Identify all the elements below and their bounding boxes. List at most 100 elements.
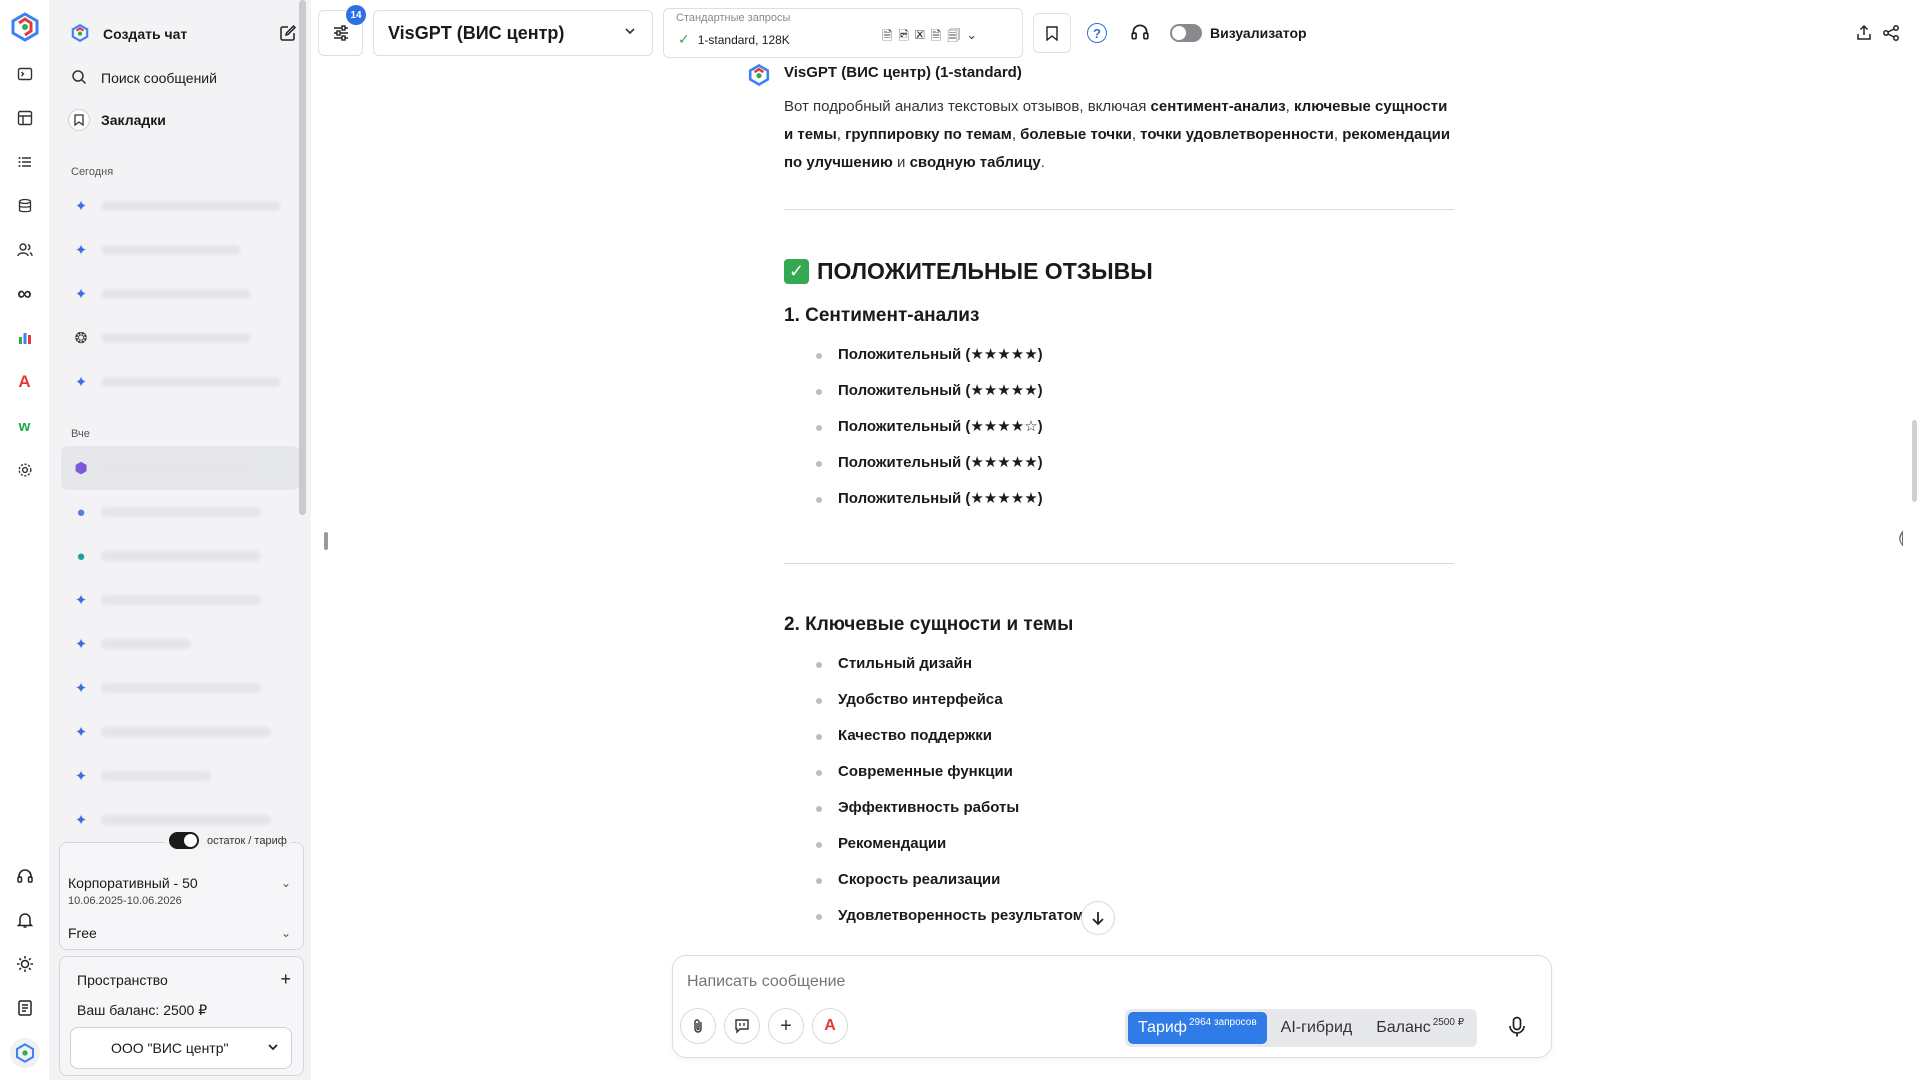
chat-history-item[interactable]: ✦ [49, 578, 311, 622]
mode-ai-hybrid[interactable]: AI-гибрид [1271, 1012, 1363, 1044]
theme-item: Удобство интерфейса [814, 682, 1454, 718]
edit-icon[interactable] [279, 24, 297, 45]
users-icon[interactable] [11, 236, 39, 264]
search-messages-button[interactable]: Поиск сообщений [49, 60, 311, 96]
chat-history-item[interactable]: ✦ [49, 754, 311, 798]
chat-history-item[interactable]: ✦ [49, 360, 311, 404]
theme-item: Удовлетворенность результатом [814, 898, 1454, 934]
document-icon[interactable] [11, 994, 39, 1022]
theme-item: Эффективность работы [814, 790, 1454, 826]
plan-dates: 10.06.2025-10.06.2026 [68, 895, 182, 907]
support-headset-icon[interactable] [1130, 22, 1150, 47]
divider [784, 563, 1454, 564]
sentiment-item: Положительный (★★★★★) [814, 337, 1454, 373]
model-dot-icon: ● [76, 503, 86, 521]
mode-tariff-label: Тариф [1138, 1019, 1187, 1036]
sentiment-item: Положительный (★★★★★) [814, 481, 1454, 517]
theme-item: Рекомендации [814, 826, 1454, 862]
model-name: VisGPT (ВИС центр) [388, 22, 565, 43]
message-composer: + A Тариф2964 запросов AI-гибрид Баланс2… [672, 955, 1552, 1058]
microphone-icon [1509, 1016, 1525, 1037]
mode-balance[interactable]: Баланс 2500 ₽ [1366, 1012, 1474, 1044]
response-intro: Вот подробный анализ текстовых отзывов, … [784, 93, 1454, 177]
bookmark-button[interactable] [1033, 13, 1071, 53]
paperclip-icon [694, 1019, 702, 1033]
section-heading-text: ПОЛОЖИТЕЛЬНЫЕ ОТЗЫВЫ [817, 258, 1153, 284]
font-a-icon[interactable]: A [11, 368, 39, 396]
microphone-button[interactable] [1508, 1016, 1526, 1043]
add-space-icon[interactable]: + [280, 969, 291, 990]
section-heading: ✓ ПОЛОЖИТЕЛЬНЫЕ ОТЗЫВЫ [784, 258, 1454, 285]
app-logo-icon[interactable] [8, 10, 42, 44]
plan-tier: Free [68, 925, 97, 941]
org-name: ООО "ВИС центр" [111, 1040, 229, 1056]
model-dot-icon: ● [76, 547, 86, 565]
requests-select[interactable]: Стандартные запросы ✓ 1-standard, 128K 🗎… [663, 8, 1023, 58]
mode-balance-amount: 2500 ₽ [1432, 1016, 1465, 1028]
space-label: Пространство [77, 971, 168, 988]
mode-tariff[interactable]: Тариф 2964 запросов [1128, 1012, 1267, 1044]
table-icon[interactable] [11, 104, 39, 132]
plan-toggle[interactable]: остаток / тариф [165, 832, 291, 849]
intro-text: . [1040, 154, 1045, 171]
plan-dropdown[interactable]: Корпоративный - 50 ⌄ [60, 875, 303, 891]
tier-dropdown[interactable]: Free ⌄ [60, 925, 303, 941]
share-icon[interactable] [1882, 24, 1900, 47]
chat-settings-button[interactable]: 14 [318, 5, 366, 56]
chat-history-item[interactable]: ✦ [49, 228, 311, 272]
chat-history-item[interactable]: ✦ [49, 272, 311, 316]
sun-theme-icon[interactable] [11, 950, 39, 978]
intro-text: и [892, 154, 910, 171]
export-icon[interactable] [1855, 24, 1873, 47]
w-app-icon[interactable]: w [11, 412, 39, 440]
terminal-icon[interactable] [11, 60, 39, 88]
user-avatar-icon[interactable] [9, 1038, 40, 1068]
intro-text: , [836, 126, 846, 143]
organization-select[interactable]: ООО "ВИС центр" [70, 1027, 292, 1069]
chat-history-item[interactable]: ● [49, 490, 311, 534]
headset-icon[interactable] [11, 862, 39, 890]
sentiment-item: Положительный (★★★★★) [814, 445, 1454, 481]
chat-history-item[interactable]: ✦ [49, 184, 311, 228]
add-button[interactable]: + [768, 1008, 804, 1044]
toggle-switch[interactable] [169, 832, 199, 849]
chart-app-icon[interactable] [11, 324, 39, 352]
bell-icon[interactable] [11, 906, 39, 934]
content-scrollbar[interactable] [1912, 420, 1917, 502]
balance-label: Ваш баланс: 2500 ₽ [77, 1002, 208, 1018]
visualizer-switch[interactable] [1170, 24, 1202, 42]
font-style-button[interactable]: A [812, 1008, 848, 1044]
list-icon[interactable] [11, 148, 39, 176]
help-icon[interactable]: ? [1087, 23, 1107, 43]
attach-button[interactable] [680, 1008, 716, 1044]
icon-rail: ∞ A w [0, 0, 49, 1080]
chat-history-item[interactable]: ● [49, 534, 311, 578]
settings-gear-icon[interactable] [11, 456, 39, 484]
sparkle-icon: ✦ [74, 636, 88, 653]
openai-icon: ❂ [74, 330, 88, 347]
visualizer-toggle[interactable]: Визуализатор [1170, 24, 1307, 42]
sentiment-list: Положительный (★★★★★) Положительный (★★★★… [784, 337, 1454, 517]
chat-bubble-icon [735, 1019, 749, 1034]
app-logo-mini-icon: ⬢ [74, 460, 88, 477]
mode-balance-label: Баланс [1376, 1019, 1431, 1036]
prompts-button[interactable] [724, 1008, 760, 1044]
infinity-icon[interactable]: ∞ [11, 280, 39, 308]
new-chat-button[interactable]: Создать чат [49, 16, 311, 52]
audio-file-icon: 🗐 [947, 28, 961, 43]
sidebar-resize-handle[interactable] [324, 532, 328, 550]
sidebar-scrollbar[interactable] [299, 0, 306, 515]
bookmarks-button[interactable]: Закладки [49, 102, 311, 138]
chat-history-item-active[interactable]: ⬢ [61, 446, 299, 490]
chat-history-item[interactable]: ❂ [49, 316, 311, 360]
scroll-down-button[interactable] [1081, 901, 1115, 935]
model-select[interactable]: VisGPT (ВИС центр) [373, 10, 653, 56]
chat-history-item[interactable]: ✦ [49, 622, 311, 666]
database-icon[interactable] [11, 192, 39, 220]
chat-history-item[interactable]: ✦ [49, 666, 311, 710]
message-input[interactable] [687, 970, 1527, 994]
chat-history-item[interactable]: ✦ [49, 710, 311, 754]
bookmarks-label: Закладки [101, 112, 166, 128]
mode-tariff-count: 2964 запросов [1188, 1016, 1257, 1028]
right-panel-toggle-icon[interactable]: ⟬ [1898, 530, 1904, 548]
